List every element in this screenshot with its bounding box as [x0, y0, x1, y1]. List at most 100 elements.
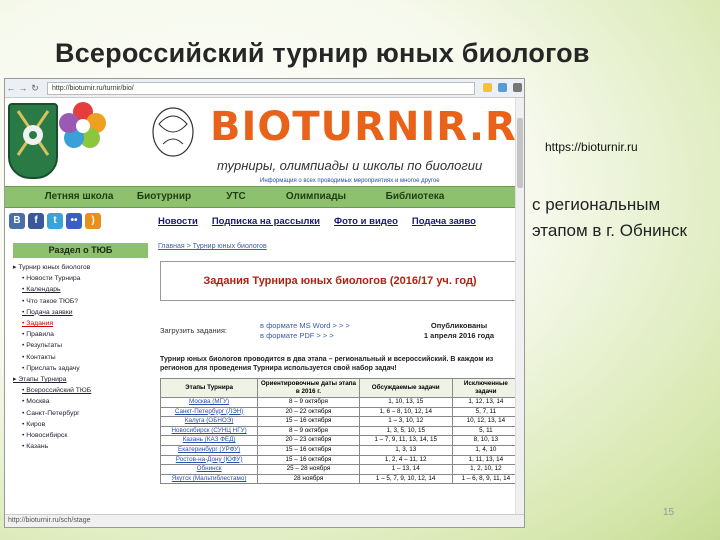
sidebar-item[interactable]: • Прислать задачу	[13, 363, 153, 374]
vk-icon[interactable]: B	[9, 213, 25, 229]
download-row: Загрузить задания: в формате MS Word > >…	[160, 316, 516, 348]
table-header-cell: Исключенные задачи	[451, 378, 516, 398]
sidebar-item[interactable]: • Задания	[13, 318, 153, 329]
sidebar-item[interactable]: • Москва	[13, 396, 153, 407]
stage-link[interactable]: Екатеринбург (УРФУ)	[159, 444, 259, 456]
facebook-icon[interactable]: f	[28, 213, 44, 229]
table-cell: 1, 2, 4 – 11, 12	[358, 454, 453, 466]
table-header-cell: Обсуждаемые задачи	[358, 378, 453, 398]
forward-icon[interactable]: →	[17, 83, 29, 93]
top-nav-item[interactable]: Биотурнир	[123, 187, 205, 207]
sidebar-item[interactable]: ▸ Турнир юных биологов	[13, 262, 153, 273]
sidebar-item[interactable]: • Новости Турнира	[13, 273, 153, 284]
sidebar-item[interactable]: ▸ Этапы Турнира	[13, 374, 153, 385]
sidebar-heading: Раздел о ТЮБ	[13, 243, 148, 258]
slide-number: 15	[663, 507, 675, 518]
stage-link[interactable]: Казань (КАЗ ФЕД)	[159, 435, 259, 446]
table-header-cell: Ориентировочные даты этапа в 2016 г.	[257, 378, 360, 398]
sidebar-item[interactable]: • Результаты	[13, 340, 153, 351]
table-cell: 10, 12, 13, 14	[451, 416, 516, 427]
sub-nav-link[interactable]: Подача заяво	[412, 216, 476, 227]
table-cell: 1, 3, 5, 10, 15	[358, 425, 453, 437]
stage-link[interactable]: Калуга (ОБНОЭ)	[159, 416, 259, 427]
table-cell: 1, 10, 13, 15	[358, 397, 453, 408]
table-cell: 1, 12, 13, 14	[451, 397, 516, 408]
table-cell: 1 – 3, 10, 12	[358, 416, 453, 427]
social-icons: Bf t ••)	[9, 213, 101, 229]
download-pdf-link[interactable]: в формате PDF > > >	[260, 331, 400, 341]
download-word-link[interactable]: в формате MS Word > > >	[260, 321, 400, 331]
sidebar-item[interactable]: • Киров	[13, 419, 153, 430]
table-cell: 8 – 9 октября	[257, 425, 360, 437]
site-header: BIOTURNIR.RU турниры, олимпиады и школы …	[5, 98, 516, 184]
website-page: BIOTURNIR.RU турниры, олимпиады и школы …	[5, 98, 516, 515]
stages-table: Этапы Турнира Ориентировочные даты этапа …	[159, 378, 516, 485]
sidebar-list: ▸ Турнир юных биологов • Новости Турнира •…	[13, 262, 153, 452]
table-cell: 5, 11	[451, 425, 516, 437]
sidebar-item[interactable]: • Санкт-Петербург	[13, 408, 153, 419]
stage-link[interactable]: Якутск (Мальтиблестамо)	[159, 473, 259, 485]
menu-icon[interactable]	[513, 82, 522, 92]
sidebar-item[interactable]: • Всероссийский ТЮБ	[13, 385, 153, 396]
browser-screenshot: ← → ↻ http://bioturnir.ru/turnir/bio/ BI…	[4, 78, 525, 528]
breadcrumb[interactable]: Главная > Турнир юных биологов	[158, 243, 267, 250]
star-icon[interactable]	[482, 82, 492, 92]
site-tagline: турниры, олимпиады и школы по биологии	[217, 158, 483, 173]
sidebar-item[interactable]: • Контакты	[13, 352, 153, 363]
extension-icon[interactable]	[497, 82, 507, 92]
back-icon[interactable]: ←	[5, 83, 17, 93]
table-cell: 25 – 28 ноября	[257, 464, 360, 475]
sidebar-item[interactable]: • Что такое ТЮБ?	[13, 296, 153, 307]
browser-status-bar: http://bioturnir.ru/sch/stage	[5, 514, 524, 527]
table-cell: 20 – 22 октября	[257, 406, 360, 418]
table-cell: 1, 11, 13, 14	[451, 454, 516, 466]
stage-link[interactable]: Санкт-Петербург (ЛЭН)	[159, 406, 259, 418]
site-wordmark[interactable]: BIOTURNIR.RU	[210, 104, 516, 150]
table-cell: 8 – 9 октября	[257, 397, 360, 408]
sidebar-item[interactable]: • Календарь	[13, 284, 153, 295]
stage-link[interactable]: Новосибирск (СУНЦ НГУ)	[159, 425, 259, 437]
stage-link[interactable]: Москва (МГУ)	[159, 397, 259, 408]
top-nav-item[interactable]: Библиотека	[365, 187, 465, 207]
download-label: Загрузить задания:	[160, 326, 227, 335]
sidebar-item[interactable]: • Новосибирск	[13, 430, 153, 441]
table-cell: 1 – 6, 8, 9, 11, 14	[451, 473, 516, 485]
top-nav-item[interactable]: Олимпиады	[267, 187, 365, 207]
table-cell: 1, 2, 10, 12	[451, 464, 516, 475]
stages-paragraph: Турнир юных биологов проводится в два эт…	[160, 356, 494, 372]
sub-nav-link[interactable]: Новости	[158, 216, 198, 227]
table-cell: 5, 7, 11	[451, 406, 516, 418]
table-cell: 1, 3, 13	[358, 444, 453, 456]
stage-link[interactable]: Обнинск	[159, 464, 259, 475]
vertical-scrollbar[interactable]	[515, 98, 524, 515]
table-row: Москва (МГУ) 8 – 9 октября 1, 10, 13, 15 1,…	[159, 397, 516, 408]
table-row: Екатеринбург (УРФУ) 15 – 16 октября 1, 3, …	[159, 444, 516, 456]
address-bar[interactable]: http://bioturnir.ru/turnir/bio/	[47, 81, 475, 95]
download-links: в формате MS Word > > > в формате PDF > …	[260, 316, 400, 348]
flickr-icon[interactable]: ••	[66, 213, 82, 229]
table-cell: 15 – 16 октября	[257, 444, 360, 456]
twitter-icon[interactable]: t	[47, 213, 63, 229]
info-line: Информация о всех проводимых мероприятия…	[260, 178, 440, 184]
sidebar-item[interactable]: • Правила	[13, 329, 153, 340]
stage-link[interactable]: Ростов-на-Дону (ЮФУ)	[159, 454, 259, 466]
sidebar-item[interactable]: • Подача заявки	[13, 307, 153, 318]
content-title: Задания Турнира юных биологов (2016/17 у…	[160, 261, 516, 301]
reload-icon[interactable]: ↻	[29, 83, 41, 94]
table-row: Калуга (ОБНОЭ) 15 – 16 октября 1 – 3, 10, …	[159, 416, 516, 427]
table-cell: 1, 6 – 8, 10, 12, 14	[358, 406, 453, 418]
top-nav-item[interactable]: УТС	[205, 187, 267, 207]
extension-icons	[481, 82, 524, 94]
sub-nav-link[interactable]: Подписка на рассылки	[212, 216, 320, 227]
sidebar-item[interactable]: • Казань	[13, 441, 153, 452]
top-nav-item[interactable]: Летняя школа	[35, 187, 123, 207]
site-top-nav: Летняя школа Биотурнир УТС Олимпиады Библиот…	[5, 186, 516, 208]
table-cell: 15 – 16 октября	[257, 416, 360, 427]
sub-nav-link[interactable]: Фото и видео	[334, 216, 398, 227]
table-row: Якутск (Мальтиблестамо) 28 ноября 1 – 5, 7…	[159, 473, 516, 485]
rss-icon[interactable]: )	[85, 213, 101, 229]
table-cell: 20 – 23 октября	[257, 435, 360, 446]
scrollbar-thumb[interactable]	[517, 118, 523, 188]
table-row: Казань (КАЗ ФЕД) 20 – 23 октября 1 – 7, 9,…	[159, 435, 516, 446]
slide-title: Всероссийский турнир юных биологов	[55, 38, 590, 68]
